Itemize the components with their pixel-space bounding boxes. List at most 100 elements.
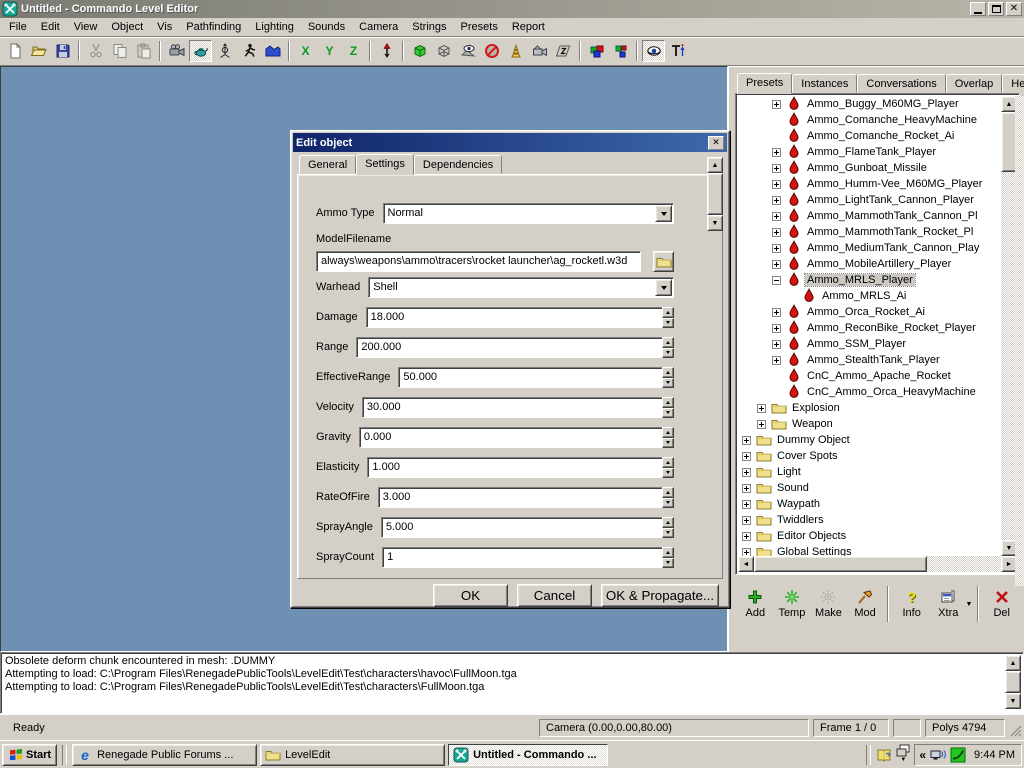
spin-up-icon[interactable] <box>662 307 674 318</box>
spin-up-icon[interactable] <box>662 367 674 378</box>
minimize-button[interactable] <box>970 2 986 16</box>
dialog-tab-settings[interactable]: Settings <box>356 154 414 175</box>
mod-button[interactable]: Mod <box>847 583 884 625</box>
axis-z-icon[interactable]: Z <box>342 40 365 62</box>
expand-plus-icon[interactable] <box>772 148 785 157</box>
tree-item-explosion[interactable]: Explosion <box>738 400 1001 416</box>
start-button[interactable]: Start <box>2 744 57 766</box>
menu-vis[interactable]: Vis <box>150 19 179 35</box>
expand-plus-icon[interactable] <box>772 260 785 269</box>
expand-plus-icon[interactable] <box>772 356 785 365</box>
effectiverange-input[interactable]: 50.000 <box>398 367 662 388</box>
modelfilename-input[interactable]: always\weapons\ammo\tracers\rocket launc… <box>316 251 641 272</box>
tree-item-ammo-lighttank-cannon-player[interactable]: Ammo_LightTank_Cannon_Player <box>738 192 1001 208</box>
solid-box-icon[interactable] <box>408 40 431 62</box>
spin-down-icon[interactable] <box>662 318 674 329</box>
spin-down-icon[interactable] <box>662 438 674 449</box>
expand-plus-icon[interactable] <box>742 548 755 557</box>
object-palette-icon[interactable] <box>609 40 632 62</box>
add-button[interactable]: Add <box>737 583 774 625</box>
axis-x-icon[interactable]: X <box>294 40 317 62</box>
spin-down-icon[interactable] <box>662 378 674 389</box>
spin-down-icon[interactable] <box>662 348 674 359</box>
tree-horizontal-scrollbar[interactable]: ◄ ► <box>738 556 1017 572</box>
tree-item-ammo-comanche-heavymachine[interactable]: Ammo_Comanche_HeavyMachine <box>738 112 1001 128</box>
tray-collapse-button[interactable]: « <box>919 748 926 762</box>
expand-plus-icon[interactable] <box>772 244 785 253</box>
tree-item-dummy-object[interactable]: Dummy Object <box>738 432 1001 448</box>
tree-item-ammo-orca-rocket-ai[interactable]: Ammo_Orca_Rocket_Ai <box>738 304 1001 320</box>
dialog-titlebar[interactable]: Edit object ✕ <box>293 133 727 152</box>
spin-up-icon[interactable] <box>662 337 674 348</box>
tree-item-weapon[interactable]: Weapon <box>738 416 1001 432</box>
spraycount-input[interactable]: 1 <box>382 547 662 568</box>
tree-item-ammo-comanche-rocket-ai[interactable]: Ammo_Comanche_Rocket_Ai <box>738 128 1001 144</box>
expand-plus-icon[interactable] <box>772 100 785 109</box>
scroll-left-icon[interactable]: ◄ <box>738 556 754 572</box>
cancel-button[interactable]: Cancel <box>517 584 592 607</box>
expand-plus-icon[interactable] <box>742 516 755 525</box>
network-icon[interactable] <box>930 747 946 763</box>
expand-plus-icon[interactable] <box>742 468 755 477</box>
spin-down-icon[interactable] <box>662 498 674 509</box>
panel-scroll-strip[interactable] <box>1015 96 1024 586</box>
tree-item-cnc-ammo-apache-rocket[interactable]: CnC_Ammo_Apache_Rocket <box>738 368 1001 384</box>
tree-item-ammo-mediumtank-cannon-play[interactable]: Ammo_MediumTank_Cannon_Play <box>738 240 1001 256</box>
gravity-input[interactable]: 0.000 <box>359 427 662 448</box>
tab-conversations[interactable]: Conversations <box>857 74 945 93</box>
close-button[interactable]: ✕ <box>1006 2 1022 16</box>
tree-item-ammo-reconbike-rocket-player[interactable]: Ammo_ReconBike_Rocket_Player <box>738 320 1001 336</box>
spin-down-icon[interactable] <box>662 558 674 569</box>
scroll-up-icon[interactable]: ▲ <box>1005 655 1021 671</box>
ok-propagate-button[interactable]: OK & Propagate... <box>601 584 719 607</box>
tree-item-editor-objects[interactable]: Editor Objects <box>738 528 1001 544</box>
tree-item-light[interactable]: Light <box>738 464 1001 480</box>
axis-rotate-icon[interactable] <box>213 40 236 62</box>
expand-plus-icon[interactable] <box>772 212 785 221</box>
axis-y-icon[interactable]: Y <box>318 40 341 62</box>
browse-button[interactable] <box>653 251 674 272</box>
tree-item-ammo-mammothtank-cannon-pl[interactable]: Ammo_MammothTank_Cannon_Pl <box>738 208 1001 224</box>
tree-item-sound[interactable]: Sound <box>738 480 1001 496</box>
maximize-button[interactable] <box>988 2 1004 16</box>
tree-item-cnc-ammo-orca-heavymachine[interactable]: CnC_Ammo_Orca_HeavyMachine <box>738 384 1001 400</box>
scroll-thumb[interactable] <box>707 173 723 215</box>
expand-plus-icon[interactable] <box>772 196 785 205</box>
task-leveledit[interactable]: LevelEdit <box>260 744 445 766</box>
z-editing-icon[interactable] <box>552 40 575 62</box>
tree-item-ammo-flametank-player[interactable]: Ammo_FlameTank_Player <box>738 144 1001 160</box>
expand-plus-icon[interactable] <box>757 420 770 429</box>
resize-grip[interactable] <box>1009 724 1022 737</box>
xtra-dropdown-icon[interactable]: ▼ <box>965 601 974 608</box>
info-button[interactable]: ?Info <box>893 583 930 625</box>
expand-plus-icon[interactable] <box>772 324 785 333</box>
ok-button[interactable]: OK <box>433 584 508 607</box>
menu-lighting[interactable]: Lighting <box>248 19 301 35</box>
dialog-tab-dependencies[interactable]: Dependencies <box>414 155 502 174</box>
show-paths-icon[interactable] <box>642 40 665 62</box>
expand-plus-icon[interactable] <box>742 436 755 445</box>
scroll-track[interactable] <box>754 556 1001 572</box>
spin-up-icon[interactable] <box>662 427 674 438</box>
spin-down-icon[interactable] <box>662 468 674 479</box>
tab-heightfield[interactable]: Heightfield <box>1002 74 1024 93</box>
expand-plus-icon[interactable] <box>742 452 755 461</box>
dropdown-arrow-icon[interactable] <box>655 205 672 222</box>
render-teapot-icon[interactable] <box>189 40 212 62</box>
velocity-input[interactable]: 30.000 <box>362 397 662 418</box>
scroll-down-icon[interactable]: ▼ <box>1005 693 1021 709</box>
tab-overlap[interactable]: Overlap <box>946 74 1003 93</box>
save-file-icon[interactable] <box>51 40 74 62</box>
expand-plus-icon[interactable] <box>757 404 770 413</box>
expand-plus-icon[interactable] <box>772 308 785 317</box>
sprayangle-input[interactable]: 5.000 <box>381 517 662 538</box>
menu-object[interactable]: Object <box>104 19 150 35</box>
expand-plus-icon[interactable] <box>772 228 785 237</box>
expand-plus-icon[interactable] <box>772 340 785 349</box>
elasticity-input[interactable]: 1.000 <box>367 457 662 478</box>
spin-down-icon[interactable] <box>662 408 674 419</box>
tree-item-ammo-ssm-player[interactable]: Ammo_SSM_Player <box>738 336 1001 352</box>
tree-item-ammo-mammothtank-rocket-pl[interactable]: Ammo_MammothTank_Rocket_Pl <box>738 224 1001 240</box>
new-file-icon[interactable] <box>3 40 26 62</box>
menu-sounds[interactable]: Sounds <box>301 19 352 35</box>
